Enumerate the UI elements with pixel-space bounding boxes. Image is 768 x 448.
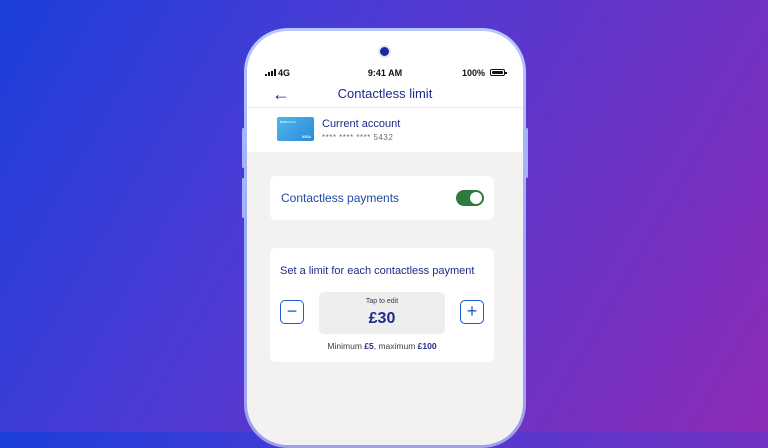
min-value: £5: [364, 341, 374, 351]
account-number: **** **** **** 5432: [322, 133, 394, 142]
page-title: Contactless limit: [337, 86, 433, 101]
nav-header: ← Contactless limit: [247, 81, 523, 108]
camera-icon: [380, 47, 389, 56]
volume-down-button: [242, 178, 245, 218]
battery-icon: [490, 69, 507, 76]
account-row[interactable]: BARCLAYS VISA Current account **** **** …: [247, 111, 523, 152]
battery-percent: 100%: [461, 68, 485, 78]
limit-amount: £30: [368, 310, 396, 327]
min-prefix: Minimum: [327, 341, 365, 351]
top-area: 4G 9:41 AM 100% ← Contactless limit BARC…: [247, 31, 523, 152]
phone-frame: 4G 9:41 AM 100% ← Contactless limit BARC…: [242, 28, 528, 448]
max-prefix: , maximum: [373, 341, 418, 351]
status-bar: 4G 9:41 AM 100%: [247, 67, 523, 81]
debit-card-icon: BARCLAYS VISA: [277, 117, 314, 141]
card-bank-logo: BARCLAYS: [280, 120, 296, 124]
toggle-knob: [470, 192, 482, 204]
limit-label: Set a limit for each contactless payment: [280, 265, 475, 277]
power-button: [525, 128, 528, 178]
increase-limit-button[interactable]: +: [460, 300, 484, 324]
volume-up-button: [242, 128, 245, 168]
contactless-toggle-panel: Contactless payments: [270, 176, 494, 220]
limit-panel: Set a limit for each contactless payment…: [270, 248, 494, 362]
max-value: £100: [417, 341, 437, 351]
account-name: Current account: [322, 118, 401, 130]
decrease-limit-button[interactable]: −: [280, 300, 304, 324]
contactless-payments-label: Contactless payments: [281, 191, 400, 205]
card-brand-logo: VISA: [301, 134, 311, 139]
limit-range-note: Minimum £5, maximum £100: [270, 341, 494, 351]
phone-screen: 4G 9:41 AM 100% ← Contactless limit BARC…: [247, 31, 523, 445]
limit-amount-field[interactable]: Tap to edit £30: [319, 292, 445, 334]
tap-to-edit-hint: Tap to edit: [365, 298, 399, 305]
contactless-toggle[interactable]: [456, 190, 484, 206]
